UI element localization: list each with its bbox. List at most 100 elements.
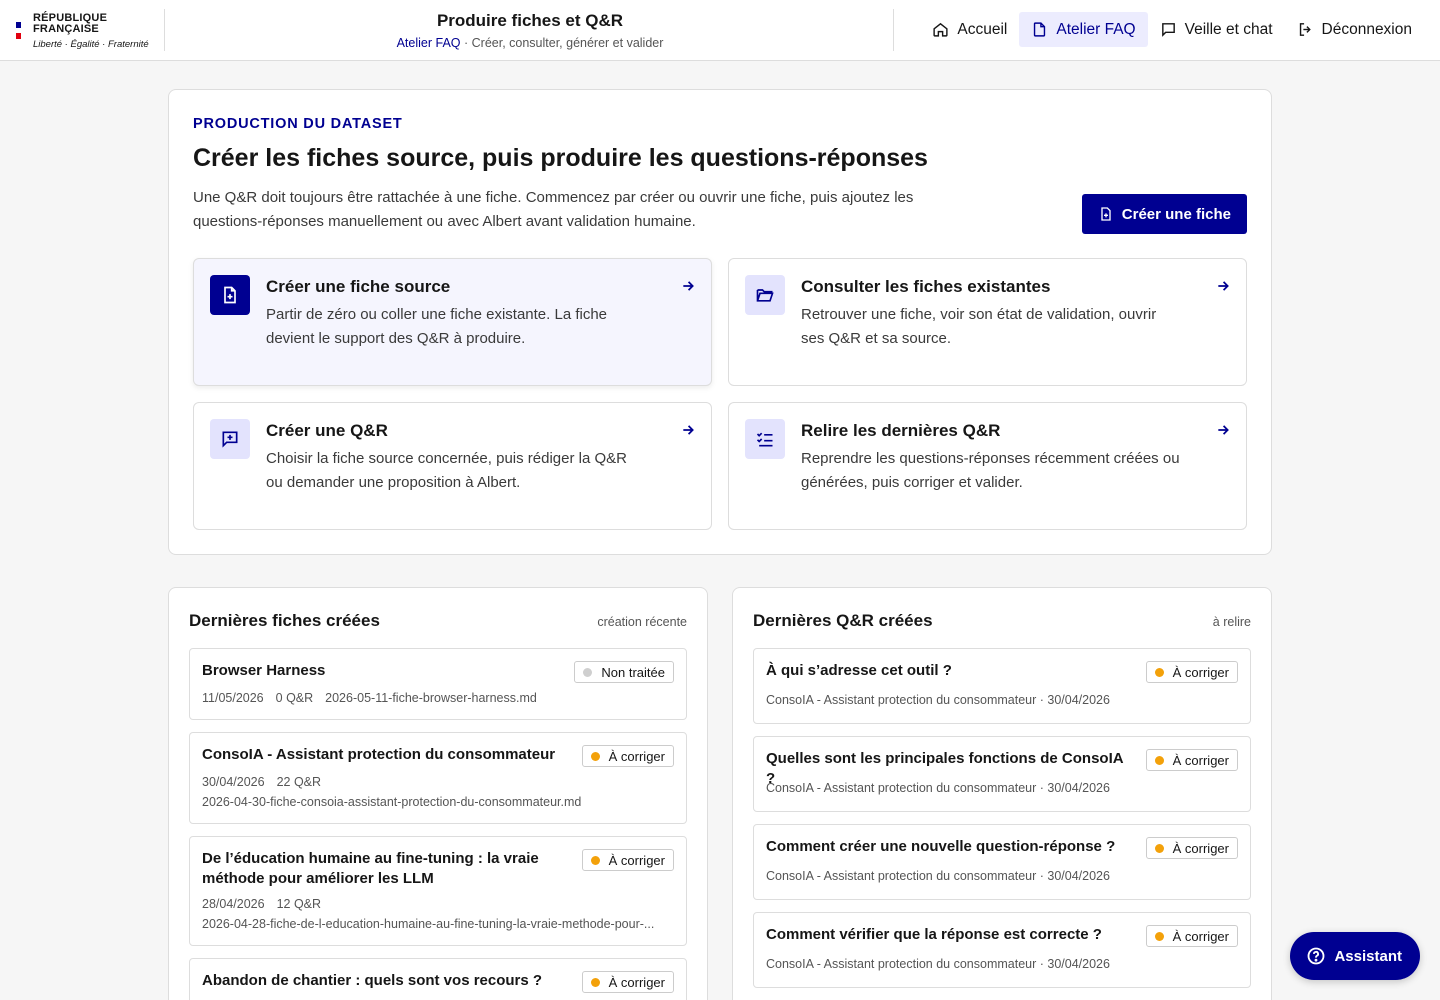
status-dot [590, 855, 600, 865]
fiche-item[interactable]: ConsoIA - Assistant protection du consom… [189, 732, 687, 824]
card-title: Créer une fiche source [266, 277, 451, 296]
arrow-right-icon [1218, 281, 1229, 291]
status-badge: Non traitée [574, 661, 674, 683]
qr-item[interactable]: Quelles sont les principales fonctions d… [753, 736, 1251, 812]
status-badge: À corriger [581, 971, 674, 993]
status-dot [1154, 667, 1164, 677]
status-badge: À corriger [581, 849, 674, 871]
section-eyebrow: PRODUCTION DU DATASET [193, 116, 403, 132]
card-review-qr[interactable]: Relire les dernières Q&R Reprendre les q… [728, 402, 1247, 530]
fiche-title: Abandon de chantier : quels sont vos rec… [202, 972, 543, 989]
arrow-right-icon [683, 425, 694, 435]
file-add-icon [1101, 207, 1111, 221]
qr-item[interactable]: Comment créer une nouvelle question-répo… [753, 824, 1251, 900]
card-description: Choisir la fiche source concernée, puis … [266, 450, 628, 491]
logout-icon [1299, 23, 1311, 36]
fiche-title: De l’éducation humaine au fine-tuning : … [202, 850, 539, 887]
card-create-qr[interactable]: Créer une Q&R Choisir la fiche source co… [193, 402, 712, 530]
status-dot [590, 977, 600, 987]
nav-veille-chat[interactable]: Veille et chat [1148, 12, 1285, 47]
status-dot [1154, 843, 1164, 853]
status-dot [1154, 931, 1164, 941]
card-description: Reprendre les questions-réponses récemme… [801, 450, 1180, 491]
header-divider [893, 9, 894, 51]
nav-veille-chat-label: Veille et chat [1184, 20, 1273, 38]
status-badge: À corriger [1145, 925, 1238, 947]
panel-meta: à relire [1212, 615, 1251, 629]
qr-meta: ConsoIA - Assistant protection du consom… [766, 869, 1110, 883]
page-heading: Produire fiches et Q&R Atelier FAQ · Cré… [330, 11, 730, 50]
qr-item[interactable]: Comment vérifier que la réponse est corr… [753, 912, 1251, 988]
panel-meta: création récente [597, 615, 687, 629]
status-badge: À corriger [1145, 749, 1238, 771]
breadcrumb-desc: Créer, consulter, générer et valider [471, 36, 664, 50]
arrow-right-icon [683, 281, 694, 291]
fiche-item[interactable]: De l’éducation humaine au fine-tuning : … [189, 836, 687, 946]
top-header: RÉPUBLIQUE FRANÇAISE Liberté · Égalité ·… [0, 0, 1440, 61]
help-icon [1308, 947, 1325, 965]
card-title: Consulter les fiches existantes [801, 277, 1051, 296]
status-dot [590, 751, 600, 761]
header-divider [164, 9, 165, 51]
fiche-item[interactable]: Browser Harness Non traitée 11/05/2026 0 … [189, 648, 687, 720]
fiche-title: Browser Harness [202, 662, 326, 679]
checklist-icon [745, 419, 785, 459]
fiche-meta: 11/05/2026 0 Q&R 2026-05-11-fiche-browser-… [202, 691, 537, 705]
fiche-item[interactable]: Abandon de chantier : quels sont vos rec… [189, 958, 687, 1000]
create-fiche-button[interactable]: Créer une fiche [1081, 194, 1247, 234]
card-description: Partir de zéro ou coller une fiche exist… [266, 306, 608, 347]
qr-title: À qui s’adresse cet outil ? [766, 662, 952, 679]
assistant-label: Assistant [1334, 947, 1402, 965]
section-description: Une Q&R doit toujours être rattachée à u… [193, 189, 914, 230]
nav-deconnexion[interactable]: Déconnexion [1285, 12, 1424, 47]
card-title: Créer une Q&R [266, 421, 388, 440]
status-dot [583, 667, 593, 677]
latest-qr-panel: Dernières Q&R créées à relire À qui s’ad… [732, 587, 1272, 1000]
nav-accueil-label: Accueil [957, 20, 1008, 38]
status-badge: À corriger [1145, 661, 1238, 683]
breadcrumb-link[interactable]: Atelier FAQ [397, 36, 461, 50]
qr-meta: ConsoIA - Assistant protection du consom… [766, 957, 1110, 971]
card-description: Retrouver une fiche, voir son état de va… [801, 306, 1157, 347]
qr-item[interactable]: À qui s’adresse cet outil ? À corriger C… [753, 648, 1251, 724]
main-nav: Accueil Atelier FAQ Veille et chat Décon… [920, 12, 1424, 47]
production-panel: PRODUCTION DU DATASET Créer les fiches s… [168, 89, 1272, 555]
home-icon [933, 22, 948, 37]
card-create-fiche[interactable]: Créer une fiche source Partir de zéro ou… [193, 258, 712, 386]
assistant-button[interactable]: Assistant [1290, 932, 1420, 980]
panel-title: Dernières Q&R créées [753, 611, 933, 630]
status-badge: À corriger [581, 745, 674, 767]
chat-icon [1161, 23, 1175, 37]
fiche-file: 2026-04-28-fiche-de-l-education-humaine-… [202, 917, 655, 931]
card-title: Relire les dernières Q&R [801, 421, 1001, 440]
file-add-icon [210, 275, 250, 315]
french-flag-icon [16, 22, 21, 40]
folder-open-icon [745, 275, 785, 315]
fiche-title: ConsoIA - Assistant protection du consom… [202, 746, 556, 763]
create-fiche-button-label: Créer une fiche [1121, 205, 1231, 223]
latest-fiches-panel: Dernières fiches créées création récente… [168, 587, 708, 1000]
breadcrumb-separator: · [460, 36, 472, 50]
chat-add-icon [210, 419, 250, 459]
logo-line-2: FRANÇAISE [33, 23, 99, 35]
status-dot [1154, 755, 1164, 765]
arrow-right-icon [1218, 425, 1229, 435]
page-title: Produire fiches et Q&R [436, 11, 624, 30]
logo-motto: Liberté · Égalité · Fraternité [33, 39, 149, 50]
panel-title: Dernières fiches créées [189, 611, 380, 630]
status-badge: À corriger [1145, 837, 1238, 859]
qr-title: Comment vérifier que la réponse est corr… [766, 926, 1102, 943]
fiche-meta: 30/04/2026 22 Q&R [202, 775, 322, 789]
card-consult-fiches[interactable]: Consulter les fiches existantes Retrouve… [728, 258, 1247, 386]
nav-atelier-faq-label: Atelier FAQ [1056, 20, 1136, 38]
fiche-file: 2026-04-30-fiche-consoia-assistant-prote… [202, 795, 582, 809]
nav-accueil[interactable]: Accueil [920, 12, 1019, 47]
qr-meta: ConsoIA - Assistant protection du consom… [766, 781, 1110, 795]
breadcrumb: Atelier FAQ · Créer, consulter, générer … [330, 36, 730, 50]
qr-meta: ConsoIA - Assistant protection du consom… [766, 693, 1110, 707]
nav-deconnexion-label: Déconnexion [1321, 20, 1412, 38]
nav-atelier-faq[interactable]: Atelier FAQ [1019, 12, 1148, 47]
section-title: Créer les fiches source, puis produire l… [193, 144, 928, 172]
qr-title: Comment créer une nouvelle question-répo… [766, 838, 1116, 855]
marianne-logo[interactable]: RÉPUBLIQUE FRANÇAISE Liberté · Égalité ·… [16, 13, 149, 50]
